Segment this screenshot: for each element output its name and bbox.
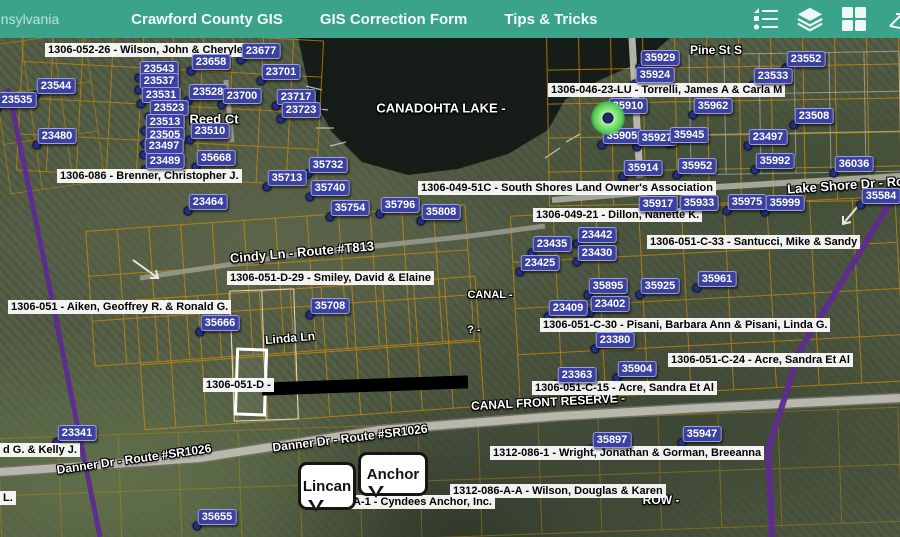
parcel-label[interactable]: 35952 (678, 158, 717, 174)
parcel-label[interactable]: 23341 (58, 425, 97, 441)
parcel-label[interactable]: 35904 (618, 361, 657, 377)
parcel-label[interactable]: 35740 (311, 180, 350, 196)
parcel-label[interactable]: 23363 (558, 367, 597, 383)
parcel-label[interactable]: 35924 (636, 67, 675, 83)
parcel-label[interactable]: 23497 (145, 138, 184, 154)
header-icons (752, 6, 900, 32)
parcel-label[interactable]: 35732 (309, 157, 348, 173)
parcel-label[interactable]: 23533 (754, 68, 793, 84)
street-label: Pine St S (690, 43, 742, 57)
parcel-label[interactable]: 35962 (694, 98, 733, 114)
owner-label: 1306-049-51C - South Shores Land Owner's… (418, 181, 716, 195)
parcel-label[interactable]: 23701 (262, 64, 301, 80)
parcel-label[interactable]: 35584 (862, 188, 900, 204)
parcel-label[interactable]: 23723 (282, 102, 321, 118)
parcel-label[interactable]: 35929 (641, 50, 680, 66)
nav-item-correction-form[interactable]: GIS Correction Form (320, 11, 468, 28)
owner-label: 1306-051-C-30 - Pisani, Barbara Ann & Pi… (540, 318, 830, 332)
header-bar: nnsylvania Crawford County GIS GIS Corre… (0, 0, 900, 38)
parcel-label[interactable]: 23425 (521, 255, 560, 271)
parcel-label[interactable]: 35933 (680, 195, 719, 211)
parcel-label[interactable]: 23480 (38, 128, 77, 144)
parcel-label[interactable]: 35708 (311, 298, 350, 314)
parcel-label[interactable]: 23442 (578, 227, 617, 243)
parcel-label[interactable]: 35655 (198, 509, 237, 525)
selected-feature-marker[interactable] (591, 101, 625, 135)
parcel-label[interactable]: 35713 (268, 170, 307, 186)
parcel-label[interactable]: 35808 (422, 204, 461, 220)
parcel-label[interactable]: 23658 (192, 54, 231, 70)
legend-icon[interactable] (752, 6, 780, 32)
parcel-label[interactable]: 23677 (242, 43, 281, 59)
owner-label: L. (0, 491, 16, 505)
parcel-label[interactable]: 35668 (197, 150, 236, 166)
parcel-label[interactable]: 35925 (641, 278, 680, 294)
parcel-label[interactable]: 23464 (189, 194, 228, 210)
parcel-label[interactable]: 35961 (698, 271, 737, 287)
owner-label: 1306-051-C-24 - Acre, Sandra Et Al (668, 353, 853, 367)
parcel-label[interactable]: 23528 (189, 84, 228, 100)
main-nav: Crawford County GIS GIS Correction Form … (131, 11, 597, 28)
apps-icon[interactable] (840, 6, 868, 32)
parcel-label[interactable]: 23544 (37, 78, 76, 94)
parcel-label[interactable]: 35947 (683, 426, 722, 442)
layers-icon[interactable] (796, 6, 824, 32)
owner-label: 1312-086-1 - Wright, Jonathan & Gorman, … (490, 446, 764, 460)
parcel-label[interactable]: 23552 (787, 51, 826, 67)
parcel-label[interactable]: 23402 (591, 296, 630, 312)
parcel-label[interactable]: 23435 (533, 236, 572, 252)
nav-item-county-gis[interactable]: Crawford County GIS (131, 11, 283, 28)
street-label: CANADOHTA LAKE - (376, 101, 505, 116)
parcel-label[interactable]: 23430 (578, 245, 617, 261)
parcel-label[interactable]: 23700 (223, 88, 262, 104)
parcel-label[interactable]: 23508 (795, 108, 834, 124)
parcel-label[interactable]: 35897 (593, 432, 632, 448)
parcel-label[interactable]: 35754 (331, 200, 370, 216)
parcel-label[interactable]: 35999 (766, 195, 805, 211)
parcel-label[interactable]: 23409 (549, 300, 588, 316)
share-icon[interactable] (884, 6, 900, 32)
parcel-label[interactable]: 35666 (201, 315, 240, 331)
nav-item-tips[interactable]: Tips & Tricks (504, 11, 597, 28)
site-brand[interactable]: nnsylvania (0, 11, 59, 27)
callout-lincan[interactable]: Lincan (298, 462, 356, 510)
parcel-label[interactable]: 23535 (0, 92, 36, 108)
owner-label: d G. & Kelly J. (0, 443, 80, 457)
parcel-label[interactable]: 35796 (381, 197, 420, 213)
parcel-label[interactable]: 23510 (191, 123, 230, 139)
owner-label: 1306-051-C-33 - Santucci, Mike & Sandy (647, 235, 860, 249)
parcel-label[interactable]: 35914 (624, 160, 663, 176)
parcel-label[interactable]: 23497 (749, 129, 788, 145)
street-label: CANAL - (467, 289, 512, 301)
owner-label: 1306-086 - Brenner, Christopher J. (57, 169, 242, 183)
parcel-label[interactable]: 23489 (146, 153, 185, 169)
parcel-label[interactable]: 35975 (728, 194, 767, 210)
map-canvas[interactable]: 2367723658235432353723531235232351323505… (0, 38, 900, 537)
parcel-label[interactable]: 35895 (589, 278, 628, 294)
street-label: ? - (467, 324, 480, 336)
owner-label: 1306-051-D - (203, 378, 274, 392)
owner-label: 1306-051-D-29 - Smiley, David & Elaine (227, 271, 434, 285)
owner-label: 1306-051-C-15 - Acre, Sandra Et Al (532, 381, 717, 395)
parcel-label[interactable]: 36036 (835, 156, 874, 172)
parcel-label[interactable]: 35992 (756, 153, 795, 169)
parcel-label[interactable]: 35945 (670, 127, 709, 143)
owner-label: 1306-046-23-LU - Torrelli, James A & Car… (548, 83, 785, 97)
owner-label: 1306-051 - Aiken, Geoffrey R. & Ronald G… (8, 300, 231, 314)
parcel-label[interactable]: 23380 (596, 332, 635, 348)
parcel-label[interactable]: 35917 (639, 196, 678, 212)
callout-anchor[interactable]: Anchor (358, 452, 428, 496)
